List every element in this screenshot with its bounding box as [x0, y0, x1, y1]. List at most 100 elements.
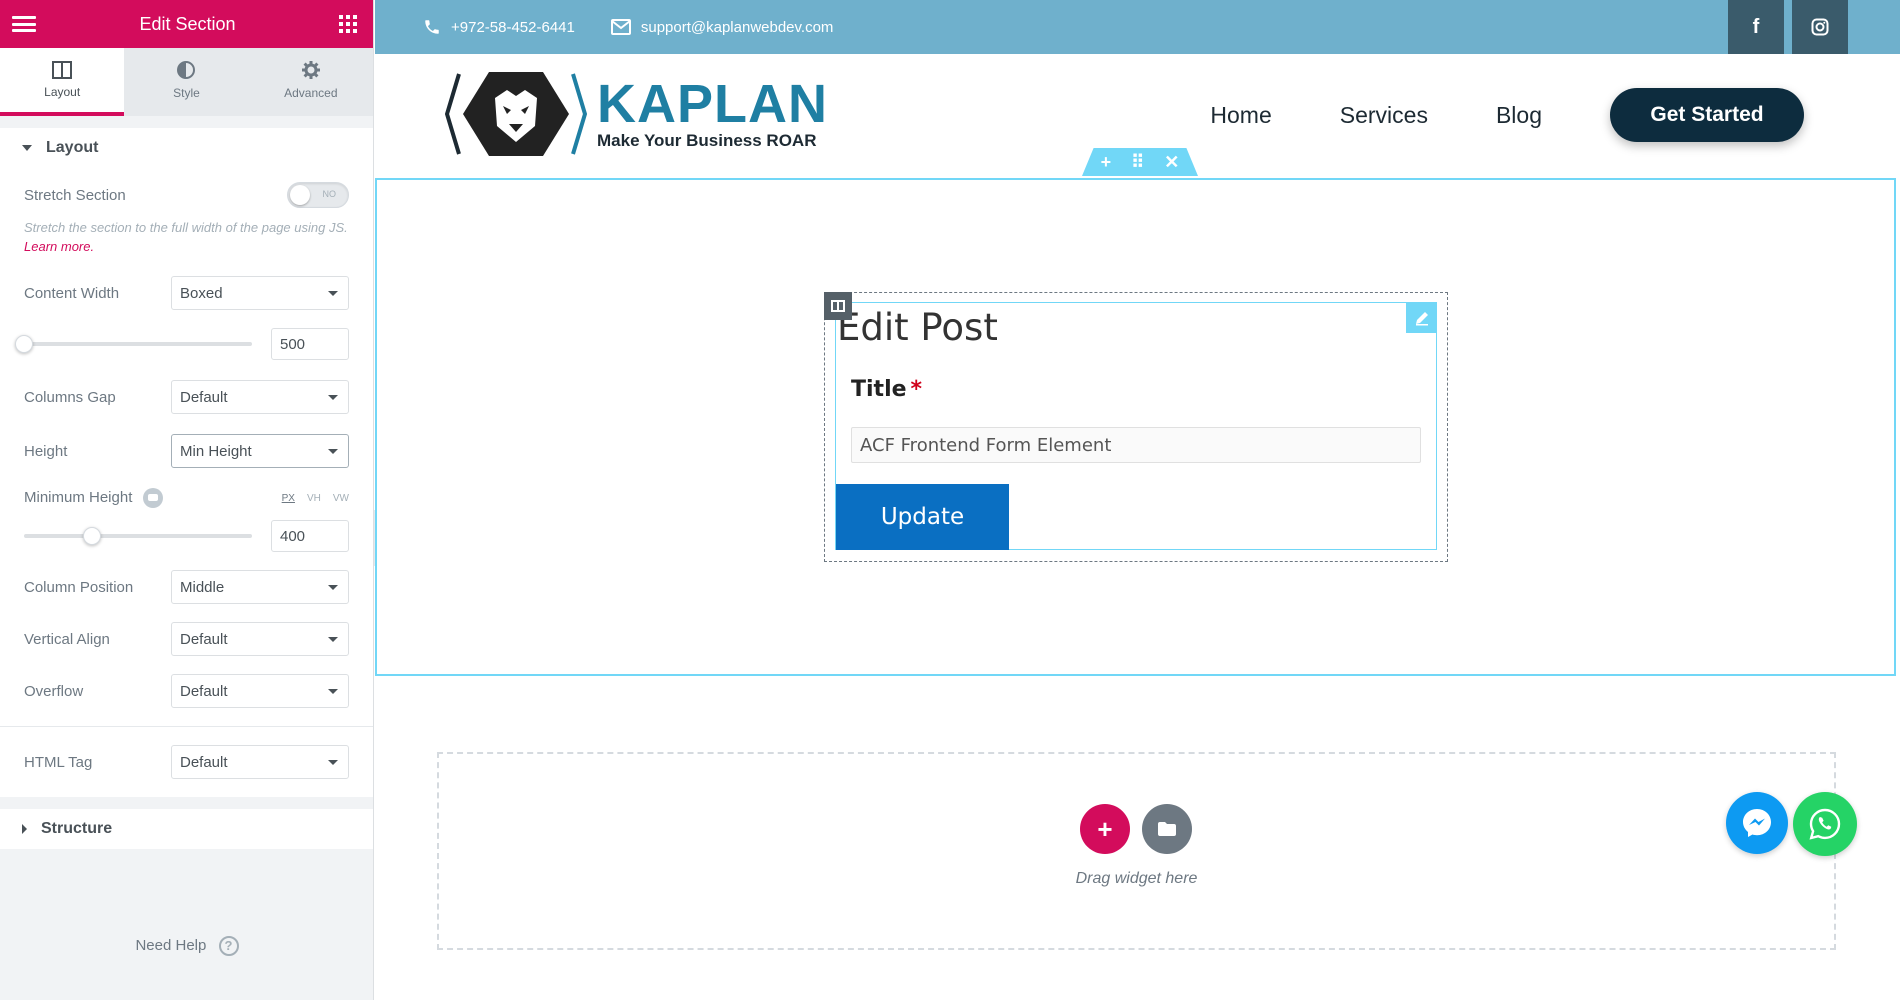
slider-thumb[interactable] [83, 527, 102, 545]
height-select[interactable]: Min Height [171, 434, 349, 468]
structure-section-header[interactable]: Structure [0, 797, 373, 849]
get-started-button[interactable]: Get Started [1610, 88, 1804, 142]
content-width-slider[interactable] [15, 335, 252, 353]
widgets-grid-icon[interactable] [339, 15, 357, 33]
edit-widget-button[interactable] [1406, 302, 1437, 333]
chevron-down-icon [328, 759, 338, 765]
empty-drop-zone[interactable] [437, 752, 1836, 950]
column-position-row: Column Position Middle [24, 570, 349, 604]
column-position-select[interactable]: Middle [171, 570, 349, 604]
hamburger-menu-icon[interactable] [12, 16, 36, 32]
minimum-height-input[interactable]: 400 [271, 520, 349, 552]
learn-more-link[interactable]: Learn more. [24, 239, 94, 254]
content-width-row: Content Width Boxed [24, 276, 349, 310]
stretch-section-toggle[interactable]: NO [287, 182, 349, 208]
control-label: HTML Tag [24, 753, 93, 771]
slider-thumb[interactable] [15, 335, 33, 353]
section-handle: + ⠿ ✕ [1082, 148, 1198, 176]
phone-number: +972-58-452-6441 [451, 18, 575, 36]
drag-widget-hint: Drag widget here [1075, 870, 1198, 887]
caret-right-icon [22, 824, 27, 834]
main-nav: Home Services Blog Get Started [1210, 88, 1804, 142]
title-input[interactable] [851, 427, 1421, 463]
column-handle[interactable] [824, 292, 852, 320]
update-button[interactable]: Update [836, 484, 1009, 550]
instagram-icon[interactable] [1792, 0, 1848, 54]
html-tag-row: HTML Tag Default [24, 727, 349, 797]
half-circle-icon [177, 61, 196, 79]
columns-gap-row: Columns Gap Default [24, 380, 349, 414]
chevron-down-icon [328, 448, 338, 454]
select-value: Middle [180, 578, 225, 596]
select-value: Min Height [180, 442, 252, 460]
panel-title: Edit Section [139, 13, 236, 34]
envelope-icon [610, 19, 631, 35]
caret-down-icon [22, 145, 32, 151]
email-contact[interactable]: support@kaplanwebdev.com [610, 19, 833, 36]
panel-tabs: Layout Style Advanced [0, 48, 373, 116]
whatsapp-icon [1809, 808, 1841, 840]
overflow-select[interactable]: Default [171, 674, 349, 708]
tab-style[interactable]: Style [124, 48, 249, 116]
section-title: Layout [46, 139, 99, 156]
vertical-align-select[interactable]: Default [171, 622, 349, 656]
layout-columns-icon [52, 61, 73, 79]
phone-contact[interactable]: +972-58-452-6441 [423, 18, 575, 36]
tab-layout[interactable]: Layout [0, 48, 125, 116]
height-row: Height Min Height [24, 434, 349, 468]
chevron-down-icon [328, 688, 338, 694]
html-tag-select[interactable]: Default [171, 745, 349, 779]
panel-header: Edit Section [0, 0, 373, 48]
messenger-chat-button[interactable] [1726, 792, 1788, 854]
nav-services[interactable]: Services [1340, 102, 1428, 129]
messenger-icon [1743, 809, 1771, 837]
question-icon: ? [218, 936, 239, 956]
need-help-link[interactable]: Need Help ? [0, 936, 374, 956]
label-text: Minimum Height [24, 488, 133, 506]
pencil-icon [1415, 311, 1428, 325]
layout-section-header[interactable]: Layout [0, 116, 373, 168]
logo-name: KAPLAN [597, 74, 828, 134]
minimum-height-slider-row: 400 [24, 520, 349, 552]
content-width-select[interactable]: Boxed [171, 276, 349, 310]
label-text: Title [851, 377, 907, 402]
nav-home[interactable]: Home [1210, 102, 1271, 129]
tab-label: Style [173, 86, 200, 100]
select-value: Default [180, 682, 228, 700]
tab-label: Layout [44, 85, 81, 99]
toggle-knob [290, 185, 310, 205]
drag-handle-icon[interactable]: ⠿ [1131, 152, 1144, 173]
add-section-icon[interactable]: + [1101, 152, 1112, 173]
section-title: Structure [41, 820, 113, 837]
unit-vh[interactable]: VH [307, 493, 321, 504]
tab-label: Advanced [284, 86, 338, 100]
close-icon[interactable]: ✕ [1164, 152, 1179, 173]
slider-track [24, 534, 252, 538]
logo-tagline: Make Your Business ROAR [597, 131, 817, 150]
site-logo[interactable]: KAPLAN Make Your Business ROAR [445, 68, 828, 160]
nav-blog[interactable]: Blog [1496, 102, 1542, 129]
select-value: Default [180, 753, 228, 771]
unit-px[interactable]: PX [282, 493, 295, 504]
responsive-device-icon[interactable] [142, 488, 163, 508]
site-topbar: +972-58-452-6441 support@kaplanwebdev.co… [375, 0, 1900, 54]
add-template-button[interactable] [1142, 804, 1192, 854]
control-label: Overflow [24, 682, 84, 700]
add-new-section-button[interactable]: + [1080, 804, 1130, 854]
facebook-icon[interactable]: f [1728, 0, 1784, 54]
phone-icon [425, 20, 439, 34]
unit-vw[interactable]: VW [333, 493, 349, 504]
chevron-down-icon [328, 394, 338, 400]
required-mark: * [910, 377, 923, 402]
control-label: Stretch Section [24, 186, 126, 204]
column-icon [831, 300, 845, 312]
logo-text: KAPLAN Make Your Business ROAR [597, 74, 828, 150]
slider-track [24, 342, 252, 346]
tab-advanced[interactable]: Advanced [248, 48, 373, 116]
content-width-input[interactable]: 500 [271, 328, 349, 360]
minimum-height-slider[interactable] [24, 527, 252, 545]
whatsapp-chat-button[interactable] [1793, 792, 1857, 856]
columns-gap-select[interactable]: Default [171, 380, 349, 414]
need-help-text: Need Help [135, 936, 207, 954]
minimum-height-row: Minimum Height PX VH VW [24, 488, 349, 508]
